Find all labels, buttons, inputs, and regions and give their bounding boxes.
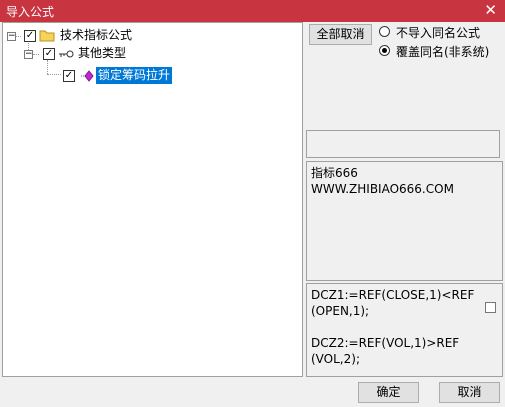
skip-duplicates-label[interactable]: 不导入同名公式 — [396, 24, 480, 41]
tree-node-group-label: 其他类型 — [78, 46, 127, 60]
preview-strip — [306, 130, 500, 158]
ok-button[interactable]: 确定 — [358, 382, 419, 403]
tree-node-root-label: 技术指标公式 — [60, 28, 133, 42]
close-icon[interactable]: ✕ — [484, 1, 497, 19]
code-text: DCZ1:=REF(CLOSE,1)<REF (OPEN,1); DCZ2:=R… — [311, 288, 475, 366]
description-text: 指标666 WWW.ZHIBIAO666.COM — [311, 166, 454, 196]
window-title: 导入公式 — [6, 5, 55, 19]
key-icon — [59, 50, 74, 58]
tree-node-item[interactable]: ✓ 锁定筹码拉升 — [3, 67, 203, 84]
title-bar: 导入公式 ✕ — [0, 0, 505, 22]
collapse-icon[interactable]: − — [7, 32, 16, 41]
skip-duplicates-radio[interactable] — [379, 26, 390, 37]
code-checkbox[interactable] — [485, 302, 496, 313]
cancel-all-button[interactable]: 全部取消 — [309, 24, 372, 45]
tree-node-root[interactable]: − ✓ 技术指标公式 — [3, 27, 203, 44]
cancel-button[interactable]: 取消 — [439, 382, 500, 403]
formula-item-icon — [81, 70, 94, 82]
overwrite-label[interactable]: 覆盖同名(非系统) — [396, 43, 489, 60]
root-checkbox[interactable]: ✓ — [24, 30, 36, 42]
code-panel[interactable]: DCZ1:=REF(CLOSE,1)<REF (OPEN,1); DCZ2:=R… — [306, 283, 503, 377]
tree-node-group[interactable]: − ✓ 其他类型 — [3, 45, 203, 62]
collapse-icon[interactable]: − — [24, 50, 33, 59]
description-panel: 指标666 WWW.ZHIBIAO666.COM — [306, 161, 503, 281]
folder-icon — [39, 30, 55, 42]
overwrite-radio[interactable] — [379, 45, 390, 56]
group-checkbox[interactable]: ✓ — [43, 48, 55, 60]
item-checkbox[interactable]: ✓ — [63, 70, 75, 82]
formula-tree[interactable]: − ✓ 技术指标公式 − ✓ 其他类型 ✓ 锁定筹码拉升 — [2, 22, 303, 377]
tree-node-item-label: 锁定筹码拉升 — [96, 67, 173, 84]
